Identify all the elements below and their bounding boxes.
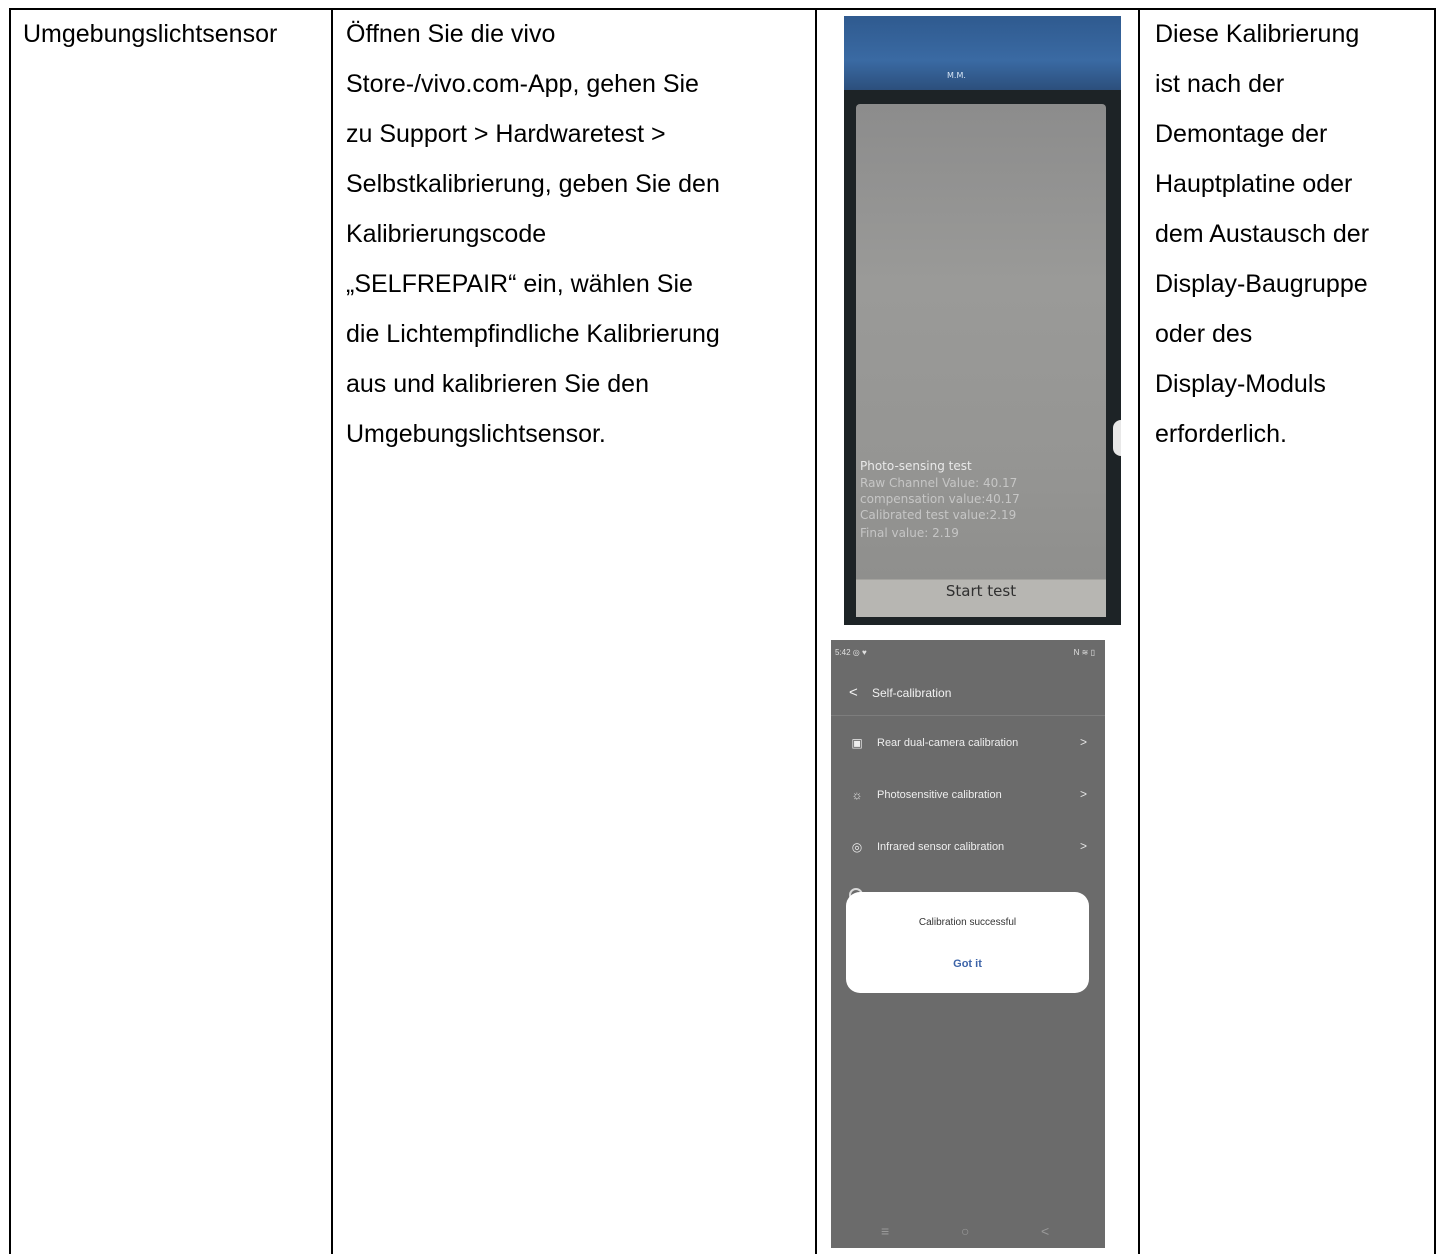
table-right-border <box>1434 8 1436 1254</box>
instruction-line: Store-/vivo.com-App, gehen Sie <box>346 70 699 98</box>
instruction-line: zu Support > Hardwaretest > <box>346 120 666 148</box>
final-value: Final value: 2.19 <box>860 526 959 540</box>
list-item-label: Rear dual-camera calibration <box>877 737 1019 749</box>
instruction-line: Öffnen Sie die vivo <box>346 20 556 48</box>
chevron-right-icon: > <box>1079 839 1087 853</box>
note-line: dem Austausch der <box>1155 220 1370 248</box>
note-line: Display-Baugruppe <box>1155 270 1368 298</box>
instruction-line: Umgebungslichtsensor. <box>346 420 606 448</box>
start-test-button[interactable]: Start test <box>856 582 1106 600</box>
self-calibration-screenshot: 5:42 ◎ ♥ N ≋ ▯ < Self-calibration ▣ Rear… <box>831 640 1105 1248</box>
note-line: erforderlich. <box>1155 420 1287 448</box>
chevron-right-icon: > <box>1079 787 1087 801</box>
instruction-line: Kalibrierungscode <box>346 220 547 248</box>
sun-icon: ☼ <box>851 788 863 802</box>
sensor-name-cell: Umgebungslichtsensor <box>23 20 278 48</box>
column-divider-1 <box>331 8 333 1254</box>
instruction-line: die Lichtempfindliche Kalibrierung <box>346 320 720 348</box>
note-line: Hauptplatine oder <box>1155 170 1353 198</box>
target-icon: ◎ <box>851 840 863 854</box>
instruction-line: aus und kalibrieren Sie den <box>346 370 649 398</box>
list-item-label: Photosensitive calibration <box>877 789 1002 801</box>
note-line: Display-Moduls <box>1155 370 1326 398</box>
back-arrow-icon[interactable]: < <box>849 684 858 701</box>
back-nav-icon[interactable]: < <box>1041 1223 1049 1239</box>
phone-test-photo: M.M. Photo-sensing test Raw Channel Valu… <box>844 16 1121 625</box>
finger-knob <box>1113 420 1121 456</box>
calibrated-test-value: Calibrated test value:2.19 <box>860 508 1017 522</box>
header-divider <box>831 715 1105 716</box>
home-nav-icon[interactable]: ○ <box>961 1223 969 1239</box>
tape-label: M.M. <box>947 71 966 80</box>
camera-icon: ▣ <box>851 736 863 750</box>
instruction-line: Selbstkalibrierung, geben Sie den <box>346 170 720 198</box>
test-title: Photo-sensing test <box>860 459 972 473</box>
menu-nav-icon[interactable]: ≡ <box>881 1223 889 1239</box>
status-time: 5:42 ◎ ♥ <box>835 648 867 657</box>
chevron-right-icon: > <box>1079 735 1087 749</box>
column-divider-2 <box>815 8 817 1254</box>
note-line: Diese Kalibrierung <box>1155 20 1360 48</box>
raw-channel-value: Raw Channel Value: 40.17 <box>860 476 1018 490</box>
status-icons: N ≋ ▯ <box>1073 648 1095 657</box>
note-line: ist nach der <box>1155 70 1285 98</box>
note-line: oder des <box>1155 320 1253 348</box>
table-left-border <box>9 8 11 1254</box>
note-line: Demontage der <box>1155 120 1328 148</box>
blue-tape <box>844 16 1121 90</box>
list-item-rear-camera[interactable]: ▣ Rear dual-camera calibration > <box>831 735 1105 788</box>
dialog-message: Calibration successful <box>918 917 1017 928</box>
column-divider-3 <box>1138 8 1140 1254</box>
list-item-infrared[interactable]: ◎ Infrared sensor calibration > <box>831 839 1105 892</box>
compensation-value: compensation value:40.17 <box>860 492 1020 506</box>
got-it-button[interactable]: Got it <box>846 958 1089 970</box>
list-item-label: Infrared sensor calibration <box>877 841 1005 853</box>
page-title: Self-calibration <box>872 686 952 700</box>
calibration-success-dialog: Calibration successful Got it <box>846 892 1089 993</box>
list-item-photosensitive[interactable]: ☼ Photosensitive calibration > <box>831 787 1105 840</box>
phone-screen: Photo-sensing test Raw Channel Value: 40… <box>856 104 1106 617</box>
instruction-line: „SELFREPAIR“ ein, wählen Sie <box>346 270 693 298</box>
